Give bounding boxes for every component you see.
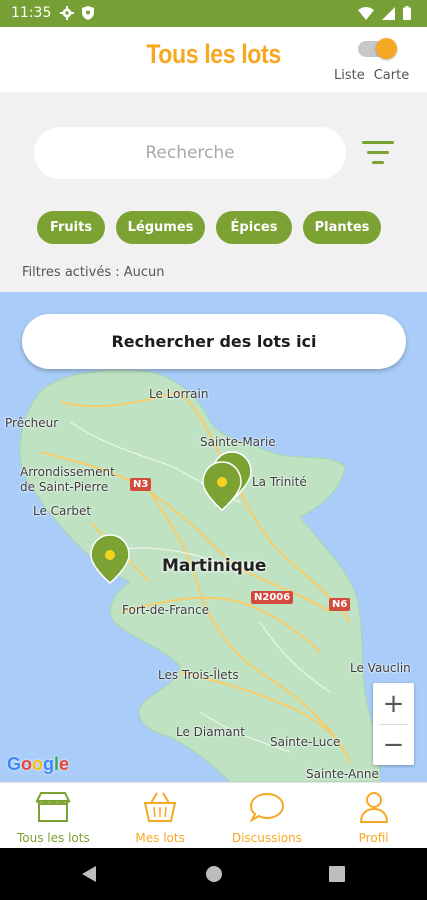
- nav-mes-lots[interactable]: Mes lots: [107, 783, 214, 848]
- home-icon[interactable]: [205, 865, 223, 883]
- road-shield: N2006: [251, 591, 294, 604]
- chip-plantes[interactable]: Plantes: [303, 211, 381, 244]
- zoom-out-button[interactable]: −: [373, 724, 414, 765]
- map-place-label: Le Lorrain: [149, 387, 209, 401]
- system-navigation-bar: [0, 848, 427, 900]
- battery-icon: [403, 6, 411, 20]
- bottom-navigation: Tous les lots Mes lots Discussions Profi…: [0, 782, 427, 848]
- chat-bubble-icon: [249, 792, 284, 823]
- nav-tous-les-lots[interactable]: Tous les lots: [0, 783, 107, 848]
- status-bar: 11:35: [0, 0, 427, 27]
- nav-label: Profil: [358, 831, 389, 845]
- search-input[interactable]: Recherche: [34, 127, 346, 179]
- signal-icon: [382, 6, 395, 20]
- app-header: Tous les lots Liste Carte: [0, 27, 427, 92]
- filter-icon[interactable]: [362, 141, 394, 165]
- zoom-in-button[interactable]: +: [373, 683, 414, 724]
- toggle-label-carte[interactable]: Carte: [374, 68, 409, 83]
- map-view[interactable]: Le Lorrain Prêcheur Sainte-Marie Arrondi…: [0, 292, 427, 782]
- person-icon: [359, 792, 388, 823]
- chip-fruits[interactable]: Fruits: [37, 211, 105, 244]
- active-filters-text: Filtres activés : Aucun: [22, 265, 165, 280]
- basket-icon: [143, 792, 177, 822]
- map-place-label: Sainte-Marie: [200, 435, 276, 449]
- map-place-label: Le Vauclin: [350, 661, 411, 675]
- map-region-label: Martinique: [162, 556, 267, 576]
- nav-discussions[interactable]: Discussions: [214, 783, 321, 848]
- map-place-label: Arrondissement de Saint-Pierre: [20, 465, 115, 494]
- island-shape: [19, 369, 381, 782]
- map-place-label: Sainte-Anne: [306, 767, 379, 781]
- page-title: Tous les lots: [146, 39, 281, 69]
- view-toggle-labels: Liste Carte: [334, 68, 418, 83]
- road-shield: N6: [329, 598, 351, 611]
- map-place-label: Sainte-Luce: [270, 735, 341, 749]
- filter-panel: [0, 92, 427, 292]
- category-chips: Fruits Légumes Épices Plantes: [37, 211, 381, 244]
- nav-label: Mes lots: [135, 831, 185, 845]
- map-place-label: Le Diamant: [176, 725, 245, 739]
- map-place-label: Fort-de-France: [122, 603, 210, 617]
- toggle-label-liste[interactable]: Liste: [334, 68, 365, 83]
- nav-profil[interactable]: Profil: [320, 783, 427, 848]
- view-toggle-knob[interactable]: [376, 38, 397, 59]
- road-shield: N3: [130, 478, 152, 491]
- market-stall-icon: [35, 792, 71, 822]
- map-place-label: La Trinité: [252, 475, 307, 489]
- chip-epices[interactable]: Épices: [216, 211, 292, 244]
- status-time: 11:35: [11, 5, 52, 21]
- map-place-label: Prêcheur: [5, 416, 59, 430]
- nav-label: Tous les lots: [17, 831, 90, 845]
- wifi-icon: [358, 6, 374, 20]
- settings-gear-icon: [60, 6, 74, 20]
- shield-icon: [82, 6, 94, 20]
- chip-legumes[interactable]: Légumes: [116, 211, 205, 244]
- zoom-divider: [379, 724, 408, 725]
- nav-label: Discussions: [231, 831, 302, 845]
- zoom-controls: + −: [373, 683, 414, 765]
- map-place-label: Les Trois-Îlets: [158, 668, 239, 682]
- google-logo: Google: [7, 754, 70, 774]
- recents-icon[interactable]: [329, 866, 345, 882]
- map-place-label: Le Carbet: [33, 504, 92, 518]
- back-icon[interactable]: [81, 865, 97, 883]
- search-area-button[interactable]: Rechercher des lots ici: [22, 314, 406, 369]
